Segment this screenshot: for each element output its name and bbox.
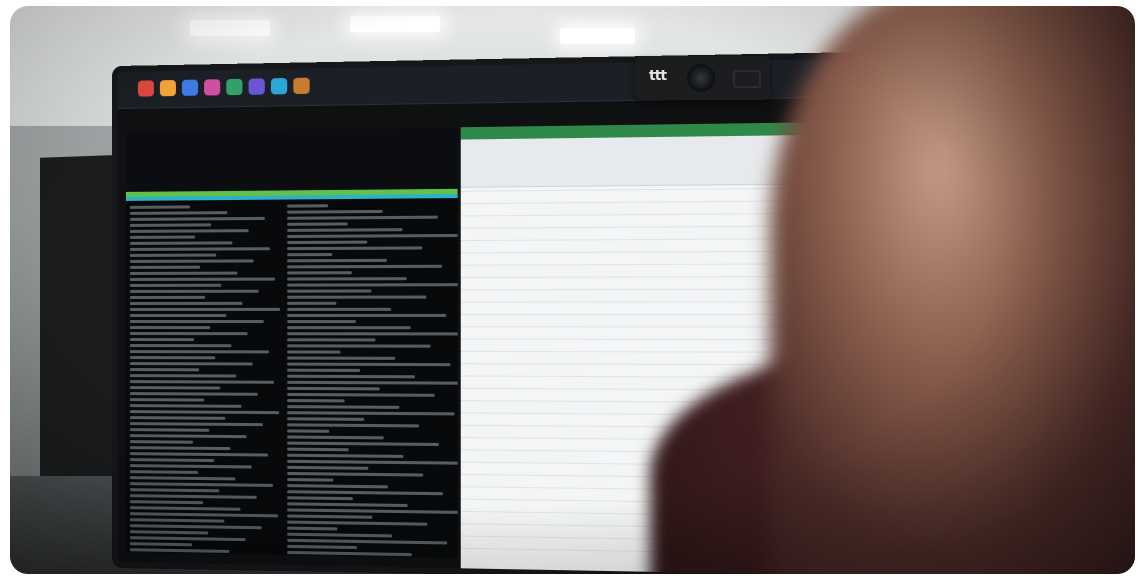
office-scene: ttt	[10, 6, 1135, 574]
vignette	[10, 6, 1135, 574]
photo-frame: ttt	[10, 6, 1135, 574]
